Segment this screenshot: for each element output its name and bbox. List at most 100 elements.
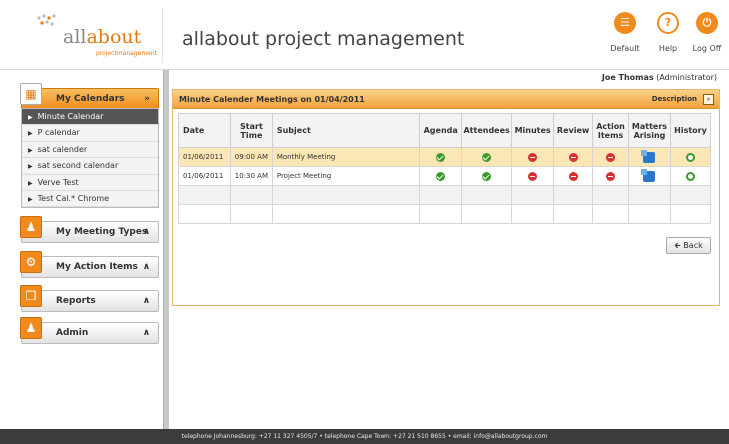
column-header-date[interactable]: Date xyxy=(178,113,231,148)
column-header-subject[interactable]: Subject xyxy=(271,113,421,148)
arrow-right-icon: ▶ xyxy=(28,163,33,171)
cell-agenda[interactable] xyxy=(419,166,463,186)
my-calendars-header[interactable]: ▦ My Calendars » xyxy=(20,83,159,110)
app-header: allabout projectmanagement allabout proj… xyxy=(0,0,729,70)
table-row[interactable]: 01/06/2011 09:00 AM Monthly Meeting xyxy=(178,147,712,167)
sidebar-item-minute-calendar[interactable]: ▶ Minute Calendar xyxy=(22,109,158,126)
power-icon: ⏻ xyxy=(696,12,718,34)
admin-user-icon: ♟ xyxy=(20,317,42,339)
empty-cell xyxy=(553,204,594,224)
admin-header[interactable]: ♟ Admin ∧ xyxy=(20,317,159,344)
column-header-minutes[interactable]: Minutes xyxy=(511,113,555,148)
cell-subject[interactable]: Project Meeting xyxy=(271,166,421,186)
table-row-empty xyxy=(178,204,712,224)
sidebar-item-verve-test[interactable]: ▶ Verve Test xyxy=(22,175,158,191)
description-label: Description xyxy=(651,95,697,103)
cell-agenda[interactable] xyxy=(419,147,463,167)
column-header-action-items[interactable]: Action Items xyxy=(592,113,630,148)
column-header-start-time[interactable]: Start Time xyxy=(229,113,273,148)
column-header-attendees[interactable]: Attendees xyxy=(461,113,513,148)
column-header-matters-arising[interactable]: Matters Arising xyxy=(628,113,671,148)
empty-cell xyxy=(419,204,463,224)
minus-icon[interactable] xyxy=(528,152,538,162)
chevron-up-icon[interactable]: ∧ xyxy=(143,328,150,338)
empty-cell xyxy=(461,204,513,224)
panel-title: Minute Calender Meetings on 01/04/2011 xyxy=(179,95,365,104)
calendar-label: P calendar xyxy=(37,128,80,138)
sidebar-resize-handle[interactable] xyxy=(163,70,169,430)
check-icon[interactable] xyxy=(436,152,446,162)
arrow-right-icon: ▶ xyxy=(28,130,33,138)
cell-history[interactable] xyxy=(669,166,712,186)
minus-icon[interactable] xyxy=(528,171,538,181)
sidebar-item-test-cal-chrome[interactable]: ▶ Test Cal.* Chrome xyxy=(22,191,158,208)
back-button[interactable]: 🡰 Back xyxy=(666,237,711,254)
matters-arising-icon[interactable] xyxy=(641,149,656,163)
chevron-up-icon[interactable]: ∧ xyxy=(143,227,150,237)
reports-header[interactable]: ❐ Reports ∧ xyxy=(20,285,159,312)
chevron-up-icon[interactable]: ∧ xyxy=(143,296,150,306)
logo-text-b: about xyxy=(86,26,142,48)
cell-date: 01/06/2011 xyxy=(178,147,231,167)
cell-attendees[interactable] xyxy=(461,166,513,186)
cell-minutes[interactable] xyxy=(511,166,555,186)
cell-matters-arising[interactable] xyxy=(628,147,671,167)
cell-start-time: 09:00 AM xyxy=(229,147,273,167)
check-icon[interactable] xyxy=(482,171,492,181)
empty-cell xyxy=(553,185,594,205)
column-header-agenda[interactable]: Agenda xyxy=(419,113,463,148)
history-icon[interactable] xyxy=(685,152,695,162)
chevron-up-icon[interactable]: ∧ xyxy=(143,262,150,272)
logo-wordmark: allabout xyxy=(63,26,141,48)
column-header-history[interactable]: History xyxy=(669,113,712,148)
help-button[interactable]: ? Help xyxy=(649,8,687,64)
app-title: allabout project management xyxy=(182,28,465,50)
description-toggle-button[interactable]: » xyxy=(703,94,714,105)
minus-icon[interactable] xyxy=(606,152,616,162)
calendar-label: sat calender xyxy=(37,144,88,154)
footer-contact: telephone Johannesburg: +27 11 327 4505/… xyxy=(0,429,729,444)
panel-header: Minute Calender Meetings on 01/04/2011 D… xyxy=(173,90,719,109)
minus-icon[interactable] xyxy=(568,152,578,162)
table-row[interactable]: 01/06/2011 10:30 AM Project Meeting xyxy=(178,166,712,186)
sidebar-item-p-calendar[interactable]: ▶ P calendar xyxy=(22,125,158,142)
cell-history[interactable] xyxy=(669,147,712,167)
cell-attendees[interactable] xyxy=(461,147,513,167)
empty-cell xyxy=(271,204,421,224)
admin-title: Admin xyxy=(56,328,89,338)
check-icon[interactable] xyxy=(482,152,492,162)
calendar-label: sat second calendar xyxy=(37,161,119,171)
minus-icon[interactable] xyxy=(606,171,616,181)
my-meeting-types-title: My Meeting Types xyxy=(56,227,148,237)
cell-subject[interactable]: Monthly Meeting xyxy=(271,147,421,167)
logo-text-a: all xyxy=(63,26,87,48)
default-button[interactable]: ☰ Default xyxy=(606,8,644,64)
logo-dots-icon xyxy=(37,14,56,26)
cell-action-items[interactable] xyxy=(592,166,630,186)
matters-arising-icon[interactable] xyxy=(641,168,656,182)
table-header-row: Date Start Time Subject Agenda Attendees… xyxy=(178,113,712,148)
sidebar-item-sat-calender[interactable]: ▶ sat calender xyxy=(22,142,158,159)
calendar-label: Verve Test xyxy=(37,177,79,187)
cell-review[interactable] xyxy=(553,147,594,167)
empty-cell xyxy=(419,185,463,205)
logo[interactable]: allabout projectmanagement xyxy=(8,8,163,63)
empty-cell xyxy=(511,185,555,205)
empty-cell xyxy=(229,185,273,205)
minus-icon[interactable] xyxy=(568,171,578,181)
arrow-right-icon: ▶ xyxy=(28,195,33,203)
empty-cell xyxy=(628,204,671,224)
cell-action-items[interactable] xyxy=(592,147,630,167)
cell-matters-arising[interactable] xyxy=(628,166,671,186)
calendar-icon: ▦ xyxy=(20,83,42,105)
history-icon[interactable] xyxy=(685,171,695,181)
chevron-down-icon[interactable]: » xyxy=(144,94,150,104)
sidebar-item-sat-second-calendar[interactable]: ▶ sat second calendar xyxy=(22,158,158,175)
column-header-review[interactable]: Review xyxy=(553,113,594,148)
cell-review[interactable] xyxy=(553,166,594,186)
log-off-button[interactable]: ⏻ Log Off xyxy=(688,8,726,64)
my-meeting-types-header[interactable]: ♟ My Meeting Types ∧ xyxy=(20,216,159,243)
my-action-items-header[interactable]: ⚙ My Action Items ∧ xyxy=(20,251,159,278)
check-icon[interactable] xyxy=(436,171,446,181)
cell-minutes[interactable] xyxy=(511,147,555,167)
